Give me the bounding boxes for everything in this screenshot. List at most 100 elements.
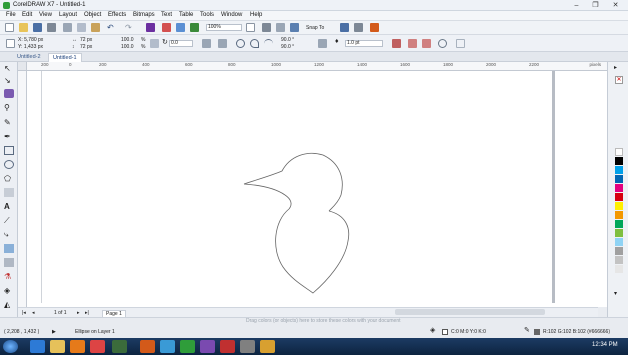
menu-window[interactable]: Window xyxy=(221,12,242,18)
app-taskbar-icon[interactable] xyxy=(200,340,215,353)
eyedropper-icon[interactable]: ⚗ xyxy=(4,272,14,281)
app-taskbar-icon[interactable] xyxy=(140,340,155,353)
menu-help[interactable]: Help xyxy=(250,12,262,18)
last-page-icon[interactable]: ▸| xyxy=(85,310,89,316)
drop-shadow-icon[interactable] xyxy=(4,244,14,253)
no-color-swatch[interactable]: ✕ xyxy=(615,76,623,84)
lock-ratio-icon[interactable] xyxy=(150,39,159,48)
crop-tool-icon[interactable] xyxy=(4,89,14,98)
polygon-tool-icon[interactable]: ⬠ xyxy=(4,174,14,183)
width-field[interactable]: 72 px xyxy=(80,37,92,43)
import-icon[interactable] xyxy=(162,23,171,32)
app-taskbar-icon[interactable] xyxy=(160,340,175,353)
publish-pdf-icon[interactable] xyxy=(190,23,199,32)
options-icon[interactable] xyxy=(340,23,349,32)
palette-scroll-down-icon[interactable]: ▾ xyxy=(614,290,623,299)
menu-layout[interactable]: Layout xyxy=(59,12,77,18)
x-position-field[interactable]: X: 5,780 px xyxy=(18,37,43,43)
height-field[interactable]: 72 px xyxy=(80,44,92,50)
zoom-tool-icon[interactable]: ⚲ xyxy=(4,103,14,112)
coreldraw-taskbar-icon[interactable] xyxy=(112,340,127,353)
palette-swatch[interactable] xyxy=(615,211,623,219)
scale-y-field[interactable]: 100.0 xyxy=(121,44,134,50)
palette-swatch[interactable] xyxy=(615,229,623,237)
menu-edit[interactable]: Edit xyxy=(22,12,32,18)
palette-swatch[interactable] xyxy=(615,238,623,246)
palette-swatch[interactable] xyxy=(615,202,623,210)
next-page-icon[interactable]: ▸ xyxy=(77,310,80,316)
search-content-icon[interactable] xyxy=(146,23,155,32)
palette-swatch[interactable] xyxy=(615,157,623,165)
convert-to-curves-icon[interactable] xyxy=(438,39,447,48)
redo-icon[interactable]: ↷ xyxy=(125,23,134,32)
menu-view[interactable]: View xyxy=(39,12,52,18)
palette-flyout-icon[interactable]: ▸ xyxy=(614,64,623,73)
app-taskbar-icon[interactable] xyxy=(240,340,255,353)
rectangle-tool-icon[interactable] xyxy=(4,146,14,155)
tab-untitled-2[interactable]: Untitled-2 xyxy=(13,53,45,62)
menu-object[interactable]: Object xyxy=(84,12,101,18)
horizontal-scrollbar-thumb[interactable] xyxy=(395,309,545,315)
pick-tool-icon[interactable]: ↖ xyxy=(4,64,14,73)
parallel-dimension-icon[interactable]: ⟋ xyxy=(4,216,14,225)
menu-tools[interactable]: Tools xyxy=(200,12,214,18)
mirror-horizontal-icon[interactable] xyxy=(202,39,211,48)
palette-swatch[interactable] xyxy=(615,175,623,183)
cut-icon[interactable] xyxy=(63,23,72,32)
pie-mode-icon[interactable] xyxy=(250,39,259,48)
shape-tool-icon[interactable]: ↘ xyxy=(4,76,14,85)
ellipse-tool-icon[interactable] xyxy=(4,160,14,169)
zoom-level-select[interactable]: 100% xyxy=(206,24,242,31)
rulers-icon[interactable] xyxy=(262,23,271,32)
wrap-text-icon[interactable] xyxy=(392,39,401,48)
menu-table[interactable]: Table xyxy=(179,12,193,18)
palette-swatch[interactable] xyxy=(615,247,623,255)
play-icon[interactable]: ▶ xyxy=(52,329,56,335)
first-page-icon[interactable]: |◂ xyxy=(22,310,26,316)
change-direction-icon[interactable] xyxy=(318,39,327,48)
outline-color-swatch[interactable] xyxy=(534,329,540,335)
mirror-vertical-icon[interactable] xyxy=(218,39,227,48)
scale-x-field[interactable]: 100.0 xyxy=(121,37,134,43)
end-angle-field[interactable]: 90.0 ° xyxy=(281,44,294,50)
previous-page-icon[interactable]: ◂ xyxy=(32,310,35,316)
firefox-taskbar-icon[interactable] xyxy=(70,340,85,353)
export-icon[interactable] xyxy=(176,23,185,32)
transparency-icon[interactable] xyxy=(4,258,14,267)
drawing-canvas[interactable] xyxy=(27,71,607,307)
copy-icon[interactable] xyxy=(77,23,86,32)
app-launcher-icon[interactable] xyxy=(354,23,363,32)
menu-effects[interactable]: Effects xyxy=(108,12,126,18)
object-origin-icon[interactable] xyxy=(6,39,15,48)
save-icon[interactable] xyxy=(33,23,42,32)
freehand-tool-icon[interactable]: ✎ xyxy=(4,118,14,127)
bird-drawing[interactable] xyxy=(27,71,607,307)
fill-indicator-icon[interactable]: ◈ xyxy=(430,327,435,334)
undo-icon[interactable]: ↶ xyxy=(107,23,116,32)
paste-icon[interactable] xyxy=(91,23,100,32)
to-back-icon[interactable] xyxy=(422,39,431,48)
close-button[interactable]: ✕ xyxy=(609,1,622,10)
print-icon[interactable] xyxy=(47,23,56,32)
palette-swatch[interactable] xyxy=(615,256,623,264)
horizontal-ruler[interactable]: 200 0 200 400 600 800 1000 1200 1400 160… xyxy=(27,62,607,71)
text-tool-icon[interactable]: A xyxy=(4,202,14,211)
grid-icon[interactable] xyxy=(276,23,285,32)
palette-swatch[interactable] xyxy=(615,193,623,201)
y-position-field[interactable]: Y: 1,433 px xyxy=(18,44,43,50)
app-taskbar-icon[interactable] xyxy=(260,340,275,353)
outline-indicator-icon[interactable]: ✎ xyxy=(524,327,530,334)
palette-swatch[interactable] xyxy=(615,148,623,156)
new-document-icon[interactable] xyxy=(5,23,14,32)
minimize-button[interactable]: – xyxy=(570,1,583,10)
app-taskbar-icon[interactable] xyxy=(220,340,235,353)
connector-tool-icon[interactable]: ⤷ xyxy=(4,230,14,239)
palette-swatch[interactable] xyxy=(615,184,623,192)
to-front-icon[interactable] xyxy=(408,39,417,48)
fill-color-swatch[interactable] xyxy=(442,329,448,335)
vertical-ruler[interactable] xyxy=(18,71,27,307)
ellipse-mode-icon[interactable] xyxy=(236,39,245,48)
app-taskbar-icon[interactable] xyxy=(180,340,195,353)
basic-shapes-icon[interactable] xyxy=(4,188,14,197)
quick-customize-icon[interactable] xyxy=(456,39,465,48)
